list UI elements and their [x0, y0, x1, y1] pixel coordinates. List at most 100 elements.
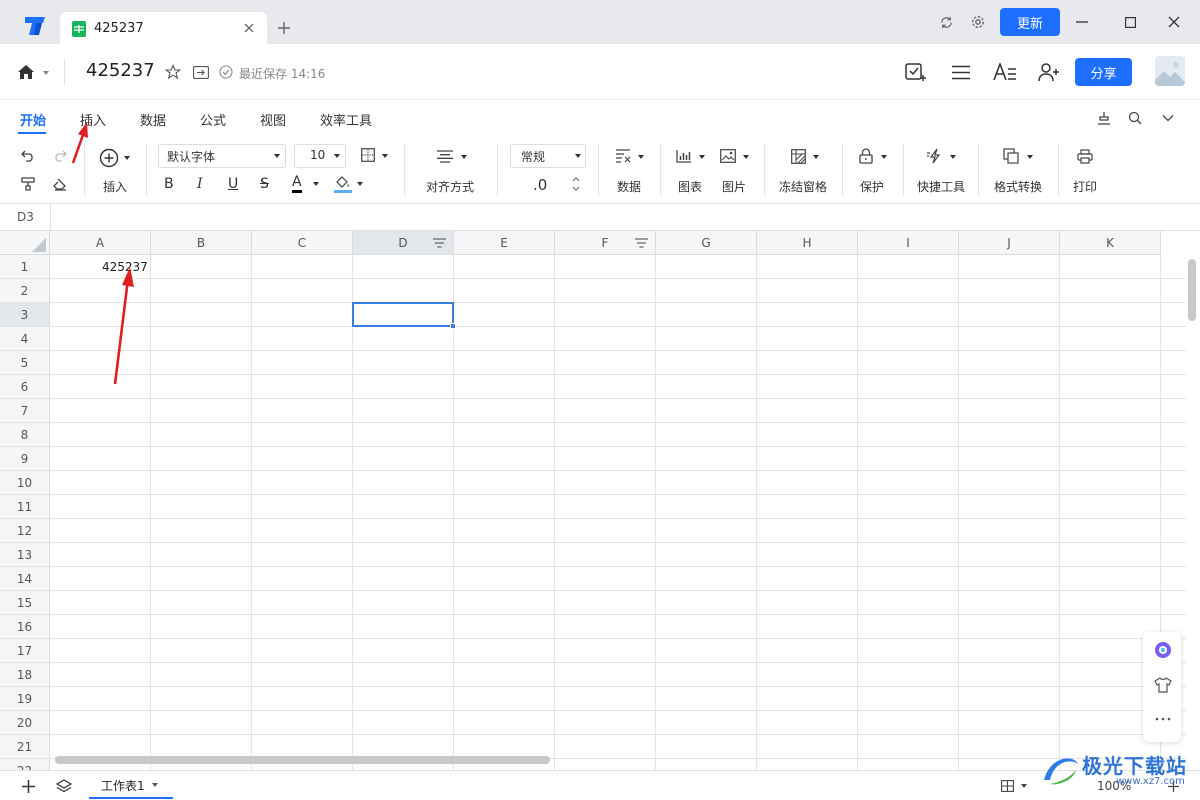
- number-format-dropdown-icon[interactable]: [575, 154, 581, 158]
- row-header-19[interactable]: 19: [0, 687, 50, 711]
- undo-icon[interactable]: [20, 148, 36, 164]
- border-dropdown-icon[interactable]: [382, 154, 388, 158]
- format-convert-dropdown-icon[interactable]: [1027, 155, 1033, 159]
- horizontal-scrollbar-thumb[interactable]: [55, 756, 550, 764]
- row-header-14[interactable]: 14: [0, 567, 50, 591]
- image-icon[interactable]: [719, 148, 737, 164]
- row-header-15[interactable]: 15: [0, 591, 50, 615]
- row-header-18[interactable]: 18: [0, 663, 50, 687]
- maximize-icon[interactable]: [1122, 14, 1138, 30]
- tab-start[interactable]: 开始: [20, 110, 46, 129]
- print-icon[interactable]: [1076, 147, 1094, 165]
- column-f-filter-icon[interactable]: [634, 237, 648, 249]
- column-header-h[interactable]: H: [757, 231, 858, 255]
- checkin-icon[interactable]: [904, 61, 928, 83]
- document-title[interactable]: 425237: [86, 60, 155, 81]
- row-header-13[interactable]: 13: [0, 543, 50, 567]
- add-collaborator-icon[interactable]: [1037, 61, 1061, 83]
- image-dropdown-icon[interactable]: [743, 155, 749, 159]
- tab-data[interactable]: 数据: [140, 110, 166, 129]
- decimal-stepper-icon[interactable]: [572, 176, 580, 192]
- decimal-button[interactable]: .0: [533, 176, 547, 194]
- align-dropdown-icon[interactable]: [461, 155, 467, 159]
- font-name-dropdown-icon[interactable]: [274, 154, 280, 158]
- row-header-20[interactable]: 20: [0, 711, 50, 735]
- quick-tools-label[interactable]: 快捷工具: [917, 178, 965, 195]
- freeze-panes-icon[interactable]: [789, 148, 807, 164]
- fill-handle[interactable]: [450, 323, 456, 329]
- clear-format-eraser-icon[interactable]: [52, 176, 68, 192]
- format-convert-icon[interactable]: [1002, 147, 1020, 165]
- row-header-16[interactable]: 16: [0, 615, 50, 639]
- chart-dropdown-icon[interactable]: [699, 155, 705, 159]
- skin-shirt-icon[interactable]: [1153, 676, 1173, 694]
- quick-tools-dropdown-icon[interactable]: [950, 155, 956, 159]
- collapse-ribbon-chevron-icon[interactable]: [1160, 111, 1176, 125]
- image-label[interactable]: 图片: [722, 178, 746, 195]
- column-header-g[interactable]: G: [656, 231, 757, 255]
- share-button[interactable]: 分享: [1075, 58, 1132, 86]
- new-tab-icon[interactable]: [276, 20, 292, 36]
- update-button[interactable]: 更新: [1000, 8, 1060, 36]
- chart-label[interactable]: 图表: [678, 178, 702, 195]
- data-tools-icon[interactable]: [614, 148, 632, 164]
- fill-color-dropdown-icon[interactable]: [357, 182, 363, 186]
- ai-assistant-icon[interactable]: [1153, 640, 1173, 660]
- view-grid-icon[interactable]: [999, 779, 1015, 793]
- cell-reference[interactable]: D3: [17, 210, 34, 224]
- selected-cell-d3[interactable]: [352, 302, 454, 327]
- more-options-icon[interactable]: [1153, 712, 1173, 726]
- protect-dropdown-icon[interactable]: [881, 155, 887, 159]
- data-dropdown-icon[interactable]: [638, 155, 644, 159]
- row-header-7[interactable]: 7: [0, 399, 50, 423]
- sync-icon[interactable]: [938, 14, 954, 30]
- formula-input[interactable]: [60, 210, 1180, 226]
- format-convert-label[interactable]: 格式转换: [994, 178, 1042, 195]
- row-header-22[interactable]: 22: [0, 759, 50, 770]
- chart-icon[interactable]: [675, 148, 693, 164]
- column-d-filter-icon[interactable]: [432, 237, 446, 249]
- column-header-k[interactable]: K: [1060, 231, 1161, 255]
- settings-gear-icon[interactable]: [970, 14, 986, 30]
- tab-formula[interactable]: 公式: [200, 110, 226, 129]
- document-tab[interactable]: 425237: [60, 12, 267, 44]
- row-header-9[interactable]: 9: [0, 447, 50, 471]
- close-window-icon[interactable]: [1166, 14, 1182, 30]
- quick-tools-lightning-icon[interactable]: [926, 147, 944, 165]
- underline-button[interactable]: U: [228, 176, 238, 192]
- font-color-button[interactable]: A: [292, 175, 302, 193]
- protect-label[interactable]: 保护: [860, 178, 884, 195]
- column-header-i[interactable]: I: [858, 231, 959, 255]
- text-style-icon[interactable]: [992, 61, 1018, 83]
- home-icon[interactable]: [16, 63, 36, 81]
- move-to-folder-icon[interactable]: [192, 64, 210, 80]
- strikethrough-button[interactable]: S: [260, 176, 269, 192]
- row-header-10[interactable]: 10: [0, 471, 50, 495]
- sheet-list-layers-icon[interactable]: [55, 778, 73, 794]
- add-sheet-icon[interactable]: [20, 778, 36, 794]
- insert-label[interactable]: 插入: [103, 178, 127, 195]
- sheet-tab-dropdown-icon[interactable]: [152, 783, 158, 787]
- app-logo-icon[interactable]: [22, 14, 48, 38]
- format-painter-panel-icon[interactable]: [1095, 110, 1113, 126]
- menu-icon[interactable]: [950, 62, 972, 82]
- sheet-tab-1[interactable]: 工作表1: [89, 771, 173, 799]
- row-header-11[interactable]: 11: [0, 495, 50, 519]
- font-size-dropdown-icon[interactable]: [334, 154, 340, 158]
- row-header-21[interactable]: 21: [0, 735, 50, 759]
- font-color-dropdown-icon[interactable]: [313, 182, 319, 186]
- spreadsheet-grid[interactable]: ABCDEFGHIJK 1 2 3 4 5 6 7 8 9 10 11 12 13 14 15 16 17 18 1…: [0, 231, 1186, 770]
- column-header-j[interactable]: J: [959, 231, 1060, 255]
- insert-plus-icon[interactable]: [98, 147, 120, 169]
- row-header-8[interactable]: 8: [0, 423, 50, 447]
- home-dropdown-icon[interactable]: [43, 71, 49, 75]
- freeze-label[interactable]: 冻结窗格: [779, 178, 827, 195]
- row-header-12[interactable]: 12: [0, 519, 50, 543]
- close-tab-icon[interactable]: [241, 20, 257, 36]
- row-header-17[interactable]: 17: [0, 639, 50, 663]
- tab-view[interactable]: 视图: [260, 110, 286, 129]
- italic-button[interactable]: I: [197, 176, 203, 192]
- column-header-e[interactable]: E: [454, 231, 555, 255]
- protect-lock-icon[interactable]: [858, 147, 874, 165]
- bold-button[interactable]: B: [164, 176, 174, 192]
